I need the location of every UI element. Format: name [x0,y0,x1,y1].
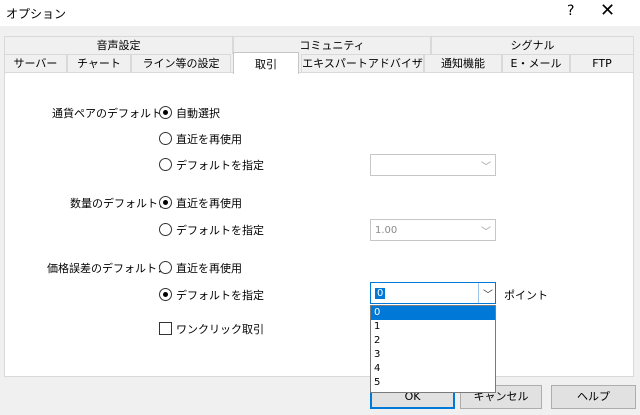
pair-recent-label: 直近を再使用 [176,133,242,146]
deviation-unit-label: ポイント [504,289,548,302]
tab-server[interactable]: サーバー [4,54,67,72]
dropdown-option[interactable]: 4 [371,362,495,376]
dropdown-option[interactable]: 3 [371,348,495,362]
pair-default-label: 通貨ペアのデフォルト： [52,107,173,120]
deviation-specify-label: デフォルトを指定 [176,289,264,302]
dropdown-button[interactable]: ﹀ [478,283,495,303]
window-title: オプション [6,7,67,21]
pair-specify-radio[interactable] [159,158,172,171]
deviation-recent-label: 直近を再使用 [176,262,242,275]
volume-specify-label: デフォルトを指定 [176,224,264,237]
chevron-down-icon: ﹀ [481,227,491,238]
dropdown-option[interactable]: 1 [371,320,495,334]
deviation-default-label: 価格誤差のデフォルト： [47,262,168,275]
tab-ftp[interactable]: FTP [570,54,634,72]
pair-auto-label: 自動選択 [176,107,220,120]
one-click-label: ワンクリック取引 [176,323,264,336]
tab-row-top: 音声設定 コミュニティ シグナル [4,36,634,54]
deviation-specify-radio[interactable] [159,288,172,301]
dropdown-option[interactable]: 0 [371,306,495,320]
chevron-down-icon: ﹀ [483,290,493,301]
pair-recent-radio[interactable] [159,132,172,145]
tab-line-settings[interactable]: ライン等の設定 [131,54,231,72]
pair-specify-label: デフォルトを指定 [176,159,264,172]
dropdown-option[interactable]: 5 [371,376,495,390]
volume-recent-radio[interactable] [159,196,172,209]
chevron-down-icon: ﹀ [481,162,491,173]
deviation-dropdown-list: 0 1 2 3 4 5 [370,305,496,393]
tab-notifications[interactable]: 通知機能 [424,54,502,72]
deviation-combo-value: 0 [375,288,386,299]
one-click-checkbox[interactable] [159,322,172,335]
pair-default-combo[interactable]: ﹀ [370,154,496,176]
volume-default-label: 数量のデフォルト： [70,197,169,210]
deviation-recent-radio[interactable] [159,261,172,274]
tab-email[interactable]: E・メール [502,54,570,72]
tab-row-bottom: サーバー チャート ライン等の設定 取引 エキスパートアドバイザ 通知機能 E・… [4,52,634,74]
volume-recent-label: 直近を再使用 [176,197,242,210]
help-button[interactable]: ヘルプ [551,385,636,409]
pair-auto-radio[interactable] [159,106,172,119]
tab-expert-advisor[interactable]: エキスパートアドバイザ [301,54,424,72]
tab-signal[interactable]: シグナル [431,36,634,54]
volume-combo-value: 1.00 [375,225,398,236]
tab-trade[interactable]: 取引 [233,52,299,74]
volume-default-combo[interactable]: 1.00 ﹀ [370,219,496,241]
help-icon[interactable]: ? [567,3,574,19]
deviation-default-combo[interactable]: 0 ﹀ [370,282,496,304]
close-icon[interactable]: ✕ [600,1,615,21]
volume-specify-radio[interactable] [159,223,172,236]
title-bar: オプション ? ✕ [0,0,640,26]
dropdown-option[interactable]: 2 [371,334,495,348]
tab-sound[interactable]: 音声設定 [4,36,233,54]
tab-chart[interactable]: チャート [67,54,131,72]
